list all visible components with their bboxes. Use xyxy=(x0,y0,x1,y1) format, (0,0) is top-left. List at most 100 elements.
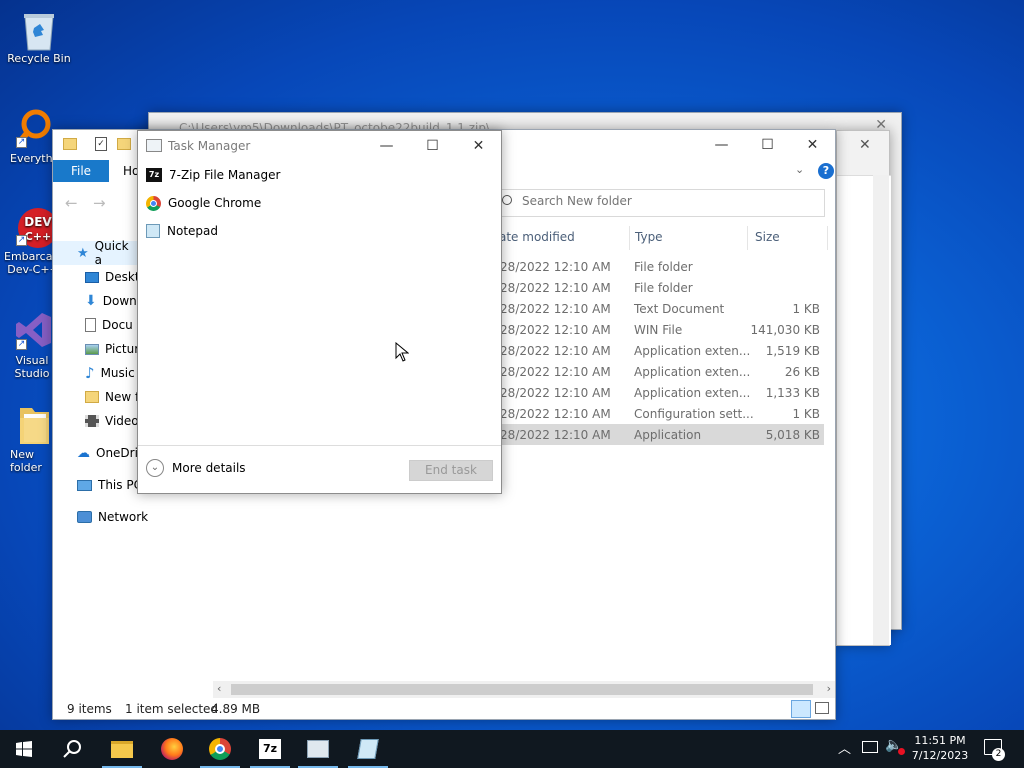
window-title: Task Manager xyxy=(168,139,251,153)
svg-text:DEV: DEV xyxy=(24,215,52,229)
search-input[interactable] xyxy=(522,194,812,208)
search-icon xyxy=(502,195,512,205)
close-button[interactable]: ✕ xyxy=(456,131,501,161)
minimize-button[interactable]: — xyxy=(364,131,409,161)
app-list-item[interactable]: 7z 7-Zip File Manager xyxy=(146,163,280,187)
minimize-button[interactable]: — xyxy=(699,130,744,160)
windows-logo-icon xyxy=(16,741,32,757)
shortcut-arrow-icon: ↗ xyxy=(16,339,27,350)
clock-time: 11:51 PM xyxy=(914,734,966,747)
desktop-icon-label: New folder xyxy=(10,448,42,474)
column-date-modified[interactable]: ate modified xyxy=(499,230,575,244)
tab-file[interactable]: File xyxy=(53,160,109,182)
svg-text:C++: C++ xyxy=(25,230,52,243)
desktop-icon-label: Recycle Bin xyxy=(7,52,71,65)
download-arrow-icon: ⬇ xyxy=(85,293,97,309)
new-folder-icon[interactable] xyxy=(117,138,131,150)
taskbar-chrome[interactable] xyxy=(196,730,244,768)
close-button[interactable]: ✕ xyxy=(790,130,835,160)
search-icon xyxy=(63,740,81,758)
recycle-bin-icon xyxy=(19,8,59,51)
maximize-button[interactable]: ☐ xyxy=(745,130,790,160)
file-row-selected[interactable]: /28/2022 12:10 AM Application 5,018 KB xyxy=(496,424,824,445)
pictures-icon xyxy=(85,343,99,355)
task-manager-icon xyxy=(146,139,162,152)
file-row[interactable]: /28/2022 12:10 AM Text Document 1 KB xyxy=(496,298,824,319)
taskbar-file-explorer[interactable] xyxy=(98,730,146,768)
notepad-icon xyxy=(146,224,160,238)
taskbar-task-manager[interactable] xyxy=(294,730,342,768)
background-secondary-window[interactable]: ✕ xyxy=(836,130,891,646)
video-film-icon xyxy=(85,415,99,427)
file-row[interactable]: /28/2022 12:10 AM File folder xyxy=(496,277,824,298)
clock-date: 7/12/2023 xyxy=(911,749,969,762)
shortcut-arrow-icon: ↗ xyxy=(16,235,27,246)
file-row[interactable]: /28/2022 12:10 AM WIN File 141,030 KB xyxy=(496,319,824,340)
status-bar: 9 items 1 item selected 4.89 MB xyxy=(53,700,835,720)
computer-icon xyxy=(77,479,92,491)
show-hidden-icons-chevron-up-icon[interactable]: ︿ xyxy=(838,738,851,757)
visual-studio-icon: ↗ xyxy=(14,310,54,350)
taskbar-notepad[interactable] xyxy=(344,730,392,768)
forward-arrow-icon[interactable]: → xyxy=(93,194,106,212)
clock[interactable]: 11:51 PM 7/12/2023 xyxy=(908,733,972,763)
nav-network[interactable]: Network xyxy=(53,505,213,529)
task-manager-icon xyxy=(307,740,329,758)
taskbar-firefox[interactable] xyxy=(148,730,196,768)
shortcut-arrow-icon: ↗ xyxy=(16,137,27,148)
task-manager-window[interactable]: Task Manager — ☐ ✕ 7z 7-Zip File Manager… xyxy=(137,130,502,494)
everything-search-icon: ↗ xyxy=(14,108,54,148)
folder-icon xyxy=(14,404,54,444)
horizontal-scrollbar[interactable]: ‹ › xyxy=(213,681,835,698)
end-task-button[interactable]: End task xyxy=(409,460,493,481)
folder-icon xyxy=(111,740,133,758)
7zip-icon: 7z xyxy=(146,168,162,182)
properties-icon[interactable]: ✓ xyxy=(95,137,107,151)
file-row[interactable]: /28/2022 12:10 AM Application exten... 2… xyxy=(496,361,824,382)
folder-icon xyxy=(63,138,77,150)
column-type[interactable]: Type xyxy=(635,230,663,244)
folder-icon xyxy=(85,391,99,403)
search-box[interactable] xyxy=(495,189,825,217)
chevron-down-icon: ⌄ xyxy=(146,459,164,477)
close-icon[interactable]: ✕ xyxy=(859,137,871,153)
desktop-icon-recycle-bin[interactable]: Recycle Bin xyxy=(1,8,77,65)
file-row[interactable]: /28/2022 12:10 AM Application exten... 1… xyxy=(496,340,824,361)
back-arrow-icon[interactable]: ← xyxy=(65,194,78,212)
selection-size: 4.89 MB xyxy=(211,702,261,716)
file-row[interactable]: /28/2022 12:10 AM File folder xyxy=(496,256,824,277)
search-button[interactable] xyxy=(48,730,96,768)
details-view-icon[interactable] xyxy=(791,700,811,718)
notification-badge: 2 xyxy=(992,748,1005,761)
mouse-cursor xyxy=(395,342,409,362)
chrome-icon xyxy=(146,195,161,211)
column-size[interactable]: Size xyxy=(755,230,780,244)
taskbar-7zip[interactable]: 7z xyxy=(246,730,294,768)
chrome-icon xyxy=(209,738,231,760)
file-row[interactable]: /28/2022 12:10 AM Configuration sett... … xyxy=(496,403,824,424)
firefox-icon xyxy=(161,738,183,760)
music-note-icon: ♪ xyxy=(85,364,95,382)
7zip-icon: 7z xyxy=(259,739,281,759)
maximize-button[interactable]: ☐ xyxy=(410,131,455,161)
more-details-toggle[interactable]: ⌄ More details xyxy=(146,459,246,477)
cloud-icon: ☁ xyxy=(77,445,90,461)
network-status-icon[interactable] xyxy=(862,741,878,753)
notepad-icon xyxy=(357,739,379,759)
app-list-item[interactable]: Google Chrome xyxy=(146,191,261,215)
app-list-item[interactable]: Notepad xyxy=(146,219,218,243)
desktop-icon xyxy=(85,271,99,283)
scrollbar[interactable] xyxy=(873,175,889,645)
scrollbar-thumb[interactable] xyxy=(231,684,813,695)
scroll-right-icon[interactable]: › xyxy=(827,682,831,695)
scroll-left-icon[interactable]: ‹ xyxy=(217,682,221,695)
help-icon[interactable]: ? xyxy=(818,163,834,179)
document-icon xyxy=(85,318,96,332)
start-button[interactable] xyxy=(0,730,48,768)
expand-ribbon-icon[interactable]: ⌄ xyxy=(795,163,804,176)
file-row[interactable]: /28/2022 12:10 AM Application exten... 1… xyxy=(496,382,824,403)
dev-cpp-icon: DEV C++ ↗ xyxy=(14,206,58,248)
network-icon xyxy=(77,511,92,523)
item-count: 9 items xyxy=(67,702,112,716)
large-icons-view-icon[interactable] xyxy=(815,702,829,714)
